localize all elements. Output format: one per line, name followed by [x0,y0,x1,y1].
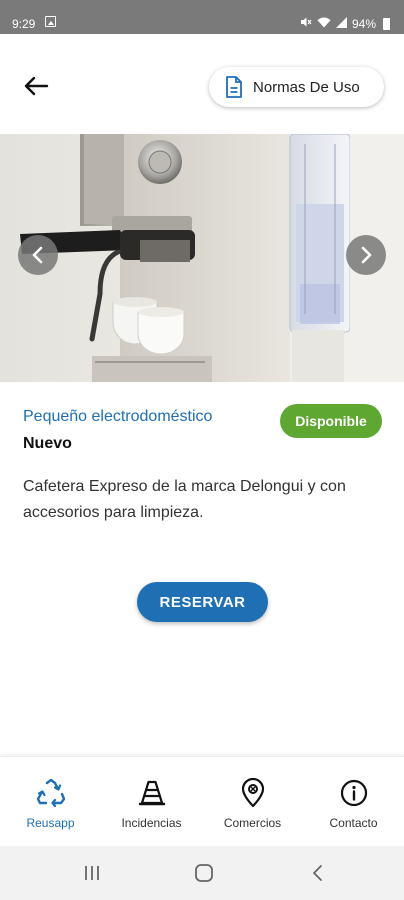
system-nav-bar [0,846,404,900]
chevron-right-icon [361,246,372,264]
traffic-cone-icon [137,778,167,808]
status-badge: Disponible [280,404,382,438]
nav-label-reusapp: Reusapp [26,816,75,830]
status-icons: 94% [300,16,390,31]
document-icon [226,76,242,98]
mute-icon [300,16,312,31]
item-category: Pequeño electrodoméstico [23,408,213,425]
chevron-left-icon [32,246,43,264]
item-description: Cafetera Expreso de la marca Delongui y … [23,478,346,521]
nav-label-contacto: Contacto [329,816,378,830]
signal-icon [335,16,347,31]
back-button[interactable] [20,72,52,100]
battery-icon [383,17,390,30]
rules-button[interactable]: Normas De Uso [209,67,384,107]
recycle-icon [36,778,66,808]
back-icon[interactable] [305,861,331,885]
home-icon[interactable] [191,861,217,885]
nav-label-comercios: Comercios [223,816,282,830]
image-icon [45,16,56,27]
carousel-prev-button[interactable] [18,235,58,275]
nav-item-reusapp[interactable]: Reusapp [0,757,101,846]
map-pin-icon [238,778,268,808]
status-time: 9:29 [12,17,36,31]
info-icon [339,778,369,808]
battery-percent: 94% [351,16,376,31]
nav-item-incidencias[interactable]: Incidencias [101,757,202,846]
carousel-next-button[interactable] [346,235,386,275]
image-carousel[interactable] [0,134,404,382]
nav-item-contacto[interactable]: Contacto [303,757,404,846]
bottom-nav: Reusapp Incidencias Comercios Contacto [0,756,404,846]
status-bar: 9:29 94% [0,0,404,34]
rules-button-label: Normas De Uso [253,78,360,96]
nav-label-incidencias: Incidencias [121,816,182,830]
wifi-icon [317,17,331,31]
arrow-left-icon [24,76,49,96]
recents-icon[interactable] [79,861,105,885]
nav-item-comercios[interactable]: Comercios [202,757,303,846]
item-condition: Nuevo [23,435,72,452]
product-photo [0,134,404,382]
top-bar: Normas De Uso [0,34,404,134]
reserve-button[interactable]: RESERVAR [137,582,268,622]
